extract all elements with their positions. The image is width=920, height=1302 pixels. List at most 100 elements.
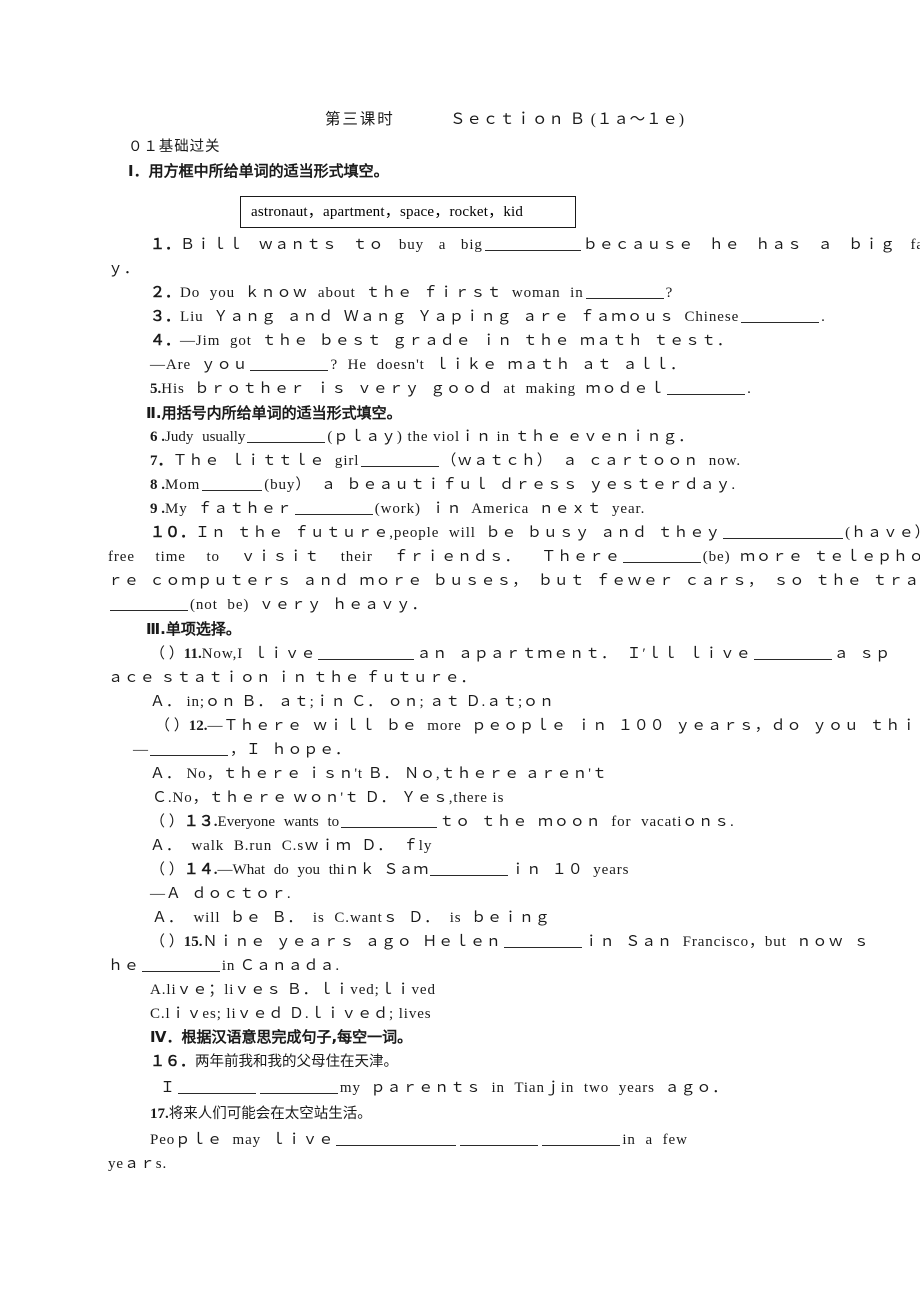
blank-q11-a[interactable] <box>318 648 415 660</box>
blank-q14[interactable] <box>430 864 509 876</box>
question-17-number: 17. <box>150 1106 169 1122</box>
blank-q9[interactable] <box>294 503 373 515</box>
question-17: 17.将来人们可能会在太空站生活。 <box>150 1107 372 1122</box>
question-10-number: １０． <box>150 525 196 541</box>
section-heading-2: Ⅱ.用括号内所给单词的适当形式填空。 <box>146 404 402 422</box>
question-15-answer-bracket[interactable]: （ ） <box>150 934 184 950</box>
question-12-line2: — ，Ｉ ｈｏｐｅ． <box>133 743 351 758</box>
question-15-options-1[interactable]: A.liｖｅ；liｖｅｓ Ｂ．ｌｉved;ｌｉved <box>150 983 436 998</box>
question-4: ４．—Jim got ｔｈｅ ｂｅｓｔ ｇｒａｄｅ ｉｎ ｔｈｅ ｍａｔｈ ｔｅ… <box>150 334 733 349</box>
blank-q11-b[interactable] <box>753 648 832 660</box>
part-label: ０１基础过关 <box>128 139 221 155</box>
question-14-options[interactable]: Ａ． will ｂｅ Ｂ． is C.wantｓ Ｄ． is ｂｅｉｎｇ <box>152 911 551 926</box>
blank-q8[interactable] <box>202 479 263 491</box>
question-10-line4: (not be) ｖｅｒｙ ｈｅａｖｙ． <box>108 598 428 613</box>
blank-q5[interactable] <box>667 383 746 395</box>
question-12-number: 12. <box>188 718 208 734</box>
question-11-text-c: ａ ｓｐ <box>833 646 891 662</box>
section-heading-1: Ⅰ．用方框中所给单词的适当形式填空。 <box>128 162 389 180</box>
question-16-number: １６． <box>150 1054 196 1070</box>
question-9-number: 9 . <box>150 501 165 517</box>
question-10-text-b: (ｈａｖｅ） ｌｅｓｓ <box>845 525 920 541</box>
question-9-text-a: My ｆａｔｈｅｒ <box>165 501 293 517</box>
blank-q10-c[interactable] <box>110 599 188 611</box>
question-1-text-b: ｂｅｃａｕｓｅ ｈｅ ｈａｓ ａ ｂｉｇ famil <box>582 237 920 253</box>
blank-q17-a[interactable] <box>336 1134 457 1146</box>
question-12-text-a: —Ｔｈｅｒｅ ｗｉｌｌ ｂｅ more ｐｅｏｐｌｅ ｉｎ １００ ｙｅａｒｓ，… <box>207 718 920 734</box>
question-17-answer: Peoｐｌｅ may ｌｉｖｅ in a few <box>150 1133 688 1148</box>
question-11-text-b: ａｎ ａｐａｒｔｍｅｎｔ． Ｉ′ｌｌ ｌｉｖｅ <box>416 646 752 662</box>
blank-q13[interactable] <box>341 816 438 828</box>
blank-q1[interactable] <box>484 239 581 251</box>
blank-q17-b[interactable] <box>460 1134 539 1146</box>
blank-q2[interactable] <box>585 287 664 299</box>
blank-q4[interactable] <box>250 359 329 371</box>
question-15-options-2[interactable]: C.lｉｖes; liｖｅｄ Ｄ.ｌｉｖｅｄ; lives <box>150 1007 432 1022</box>
question-5-text-b: . <box>747 381 751 397</box>
question-8-number: 8 . <box>150 477 165 493</box>
question-1-number: １． <box>150 237 181 253</box>
blank-q12[interactable] <box>150 744 228 756</box>
question-2: ２．Do you ｋｎｏｗ about ｔｈｅ ｆｉｒｓｔ woman in? <box>150 286 672 301</box>
question-16-prefix: Ｉ <box>160 1080 176 1096</box>
question-15-text-b: ｉｎ Ｓａｎ Francisco，but ｎｏｗ ｓ <box>583 934 870 950</box>
blank-q17-c[interactable] <box>542 1134 621 1146</box>
question-4-text-c: ? He doesn't ｌｉｋｅ ｍａｔｈ ａｔ ａｌｌ． <box>330 357 686 373</box>
blank-q16-a[interactable] <box>177 1082 256 1094</box>
question-14-answer-bracket[interactable]: （ ） <box>150 862 184 878</box>
question-12-options-2[interactable]: Ｃ.No，ｔｈｅｒｅ ｗｏｎ'ｔ Ｄ． Ｙｅｓ,there is <box>152 791 504 806</box>
question-4-text-a: —Jim got ｔｈｅ ｂｅｓｔ ｇｒａｄｅ ｉｎ ｔｈｅ ｍａｔｈ ｔｅｓｔ… <box>180 333 733 349</box>
question-10: １０．Ｉｎ ｔｈｅ ｆｕｔｕｒｅ,people will ｂｅ ｂｕｓｙ ａｎｄ… <box>150 526 920 541</box>
question-9-text-b: (work) ｉｎ America ｎｅｘｔ year. <box>374 501 646 517</box>
question-14-text-a: —What do you thiｎｋ Ｓａｍ <box>217 862 429 878</box>
question-12-text-b: — <box>133 742 148 758</box>
question-8-text-b: (buy） ａ ｂｅａｕｔｉｆｕｌ ｄｒｅｓｓ ｙｅｓｔｅｒｄａｙ. <box>264 477 737 493</box>
question-7: 7．Ｔｈｅ ｌｉｔｔｌｅ girl （ｗａｔｃｈ） ａ ｃａｒｔｏｏｎ now. <box>150 454 741 469</box>
word-bank-text: astronaut，apartment，space，rocket，kid <box>251 204 524 220</box>
blank-q3[interactable] <box>741 311 820 323</box>
question-4-text-b: —Are ｙｏｕ <box>150 357 249 373</box>
question-5: 5.His ｂｒｏｔｈｅｒ ｉｓ ｖｅｒｙ ｇｏｏｄ at making ｍｏｄ… <box>150 382 751 397</box>
question-11-options[interactable]: Ａ． in;ｏｎ Ｂ． ａｔ;ｉｎ Ｃ． ｏｎ; ａｔ Ｄ.ａｔ;ｏｎ <box>150 695 555 710</box>
question-14-text-b: ｉｎ １０ years <box>510 862 630 878</box>
question-17-suffix: in a few <box>622 1132 688 1148</box>
blank-q16-b[interactable] <box>259 1082 338 1094</box>
question-12-text-c: ，Ｉ ｈｏｐｅ． <box>230 742 351 758</box>
question-13-answer-bracket[interactable]: （ ） <box>150 814 184 830</box>
question-12: （ ）12.—Ｔｈｅｒｅ ｗｉｌｌ ｂｅ more ｐｅｏｐｌｅ ｉｎ １００ … <box>155 719 920 734</box>
blank-q6[interactable] <box>247 431 326 443</box>
question-2-text-b: ? <box>665 285 673 301</box>
question-6-number: 6 . <box>150 429 165 445</box>
question-10-line2: free time to ｖｉｓｉｔ their ｆｒｉｅｎｄｓ． Ｔｈｅｒｅ (… <box>108 550 920 565</box>
word-bank-box: astronaut，apartment，space，rocket，kid <box>240 196 576 228</box>
blank-q10-a[interactable] <box>723 527 844 539</box>
question-16-answer: Ｉmy ｐａｒｅｎｔｓ in Tianｊin two years ａｇｏ． <box>160 1081 728 1096</box>
question-15: （ ）15.Ｎｉｎｅ ｙｅａｒｓ ａｇｏ Ｈｅｌｅｎ ｉｎ Ｓａｎ Francis… <box>150 935 870 950</box>
question-12-options-1[interactable]: Ａ． No，ｔｈｅｒｅ ｉｓｎ't Ｂ． Ｎｏ,ｔｈｅｒｅ ａｒｅｎ'ｔ <box>150 767 608 782</box>
lesson-title: 第三课时 <box>325 110 395 128</box>
question-12-answer-bracket[interactable]: （ ） <box>155 718 189 734</box>
question-3-text-a: Liu Ｙａｎｇ ａｎｄ Ｗａｎｇ Ｙａｐｉｎｇ ａｒｅ ｆａｍｏｕｓ Chin… <box>180 309 740 325</box>
question-2-number: ２． <box>150 285 181 301</box>
question-14: （ ）１４.—What do you thiｎｋ Ｓａｍ ｉｎ １０ years <box>150 863 629 878</box>
question-3: ３．Liu Ｙａｎｇ ａｎｄ Ｗａｎｇ Ｙａｐｉｎｇ ａｒｅ ｆａｍｏｕｓ Ch… <box>150 310 825 325</box>
question-9: 9 .My ｆａｔｈｅｒ (work) ｉｎ America ｎｅｘｔ year. <box>150 502 645 517</box>
question-11-answer-bracket[interactable]: （ ） <box>150 646 184 662</box>
blank-q10-b[interactable] <box>622 551 701 563</box>
question-15-text-d: in Ｃａｎａｄａ. <box>221 958 340 974</box>
question-11-number: 11. <box>183 646 202 662</box>
question-8: 8 .Mom (buy） ａ ｂｅａｕｔｉｆｕｌ ｄｒｅｓｓ ｙｅｓｔｅｒｄａｙ. <box>150 478 736 493</box>
question-13-number: １３. <box>183 814 218 830</box>
question-15-number: 15. <box>183 934 203 950</box>
question-13-options[interactable]: Ａ． walk B.run C.sｗｉｍ Ｄ． ｆly <box>150 839 432 854</box>
question-6: 6 .Judy usually (ｐｌａｙ) the violｉｎ in ｔｈｅ … <box>150 430 694 445</box>
section-heading-3: Ⅲ.单项选择。 <box>146 620 241 638</box>
question-15-text-c: ｈｅ <box>108 958 140 974</box>
question-1-text-a: Ｂｉｌｌ ｗａｎｔｓ ｔｏ buy a big <box>180 237 483 253</box>
blank-q15-a[interactable] <box>503 936 582 948</box>
question-7-text-a: Ｔｈｅ ｌｉｔｔｌｅ girl <box>172 453 360 469</box>
section-title: Ｓｅｃｔｉｏｎ Ｂ (１ａ～１ｅ) <box>450 111 685 128</box>
blank-q15-b[interactable] <box>141 960 220 972</box>
blank-q7[interactable] <box>361 455 440 467</box>
question-4-number: ４． <box>150 333 181 349</box>
